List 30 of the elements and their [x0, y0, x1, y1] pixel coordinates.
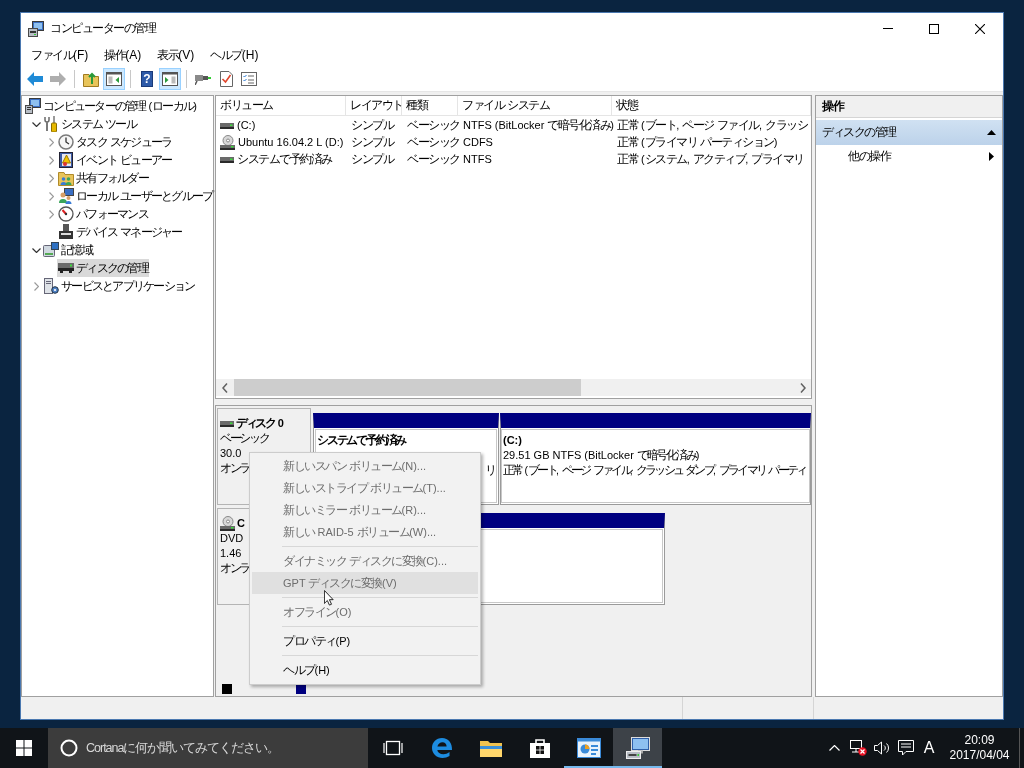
table-cell: ベーシック: [407, 153, 460, 165]
partition-name: (C:): [503, 434, 522, 446]
disk-name: ディスク 0: [236, 416, 284, 431]
table-cell: シンプル: [351, 119, 393, 131]
table-cell: NTFS (BitLocker で暗号化済み): [463, 119, 615, 131]
disk-size: 1.46: [220, 546, 242, 561]
table-cell: シンプル: [351, 136, 393, 148]
table-cell-text: Ubuntu 16.04.2 L (D:): [238, 135, 344, 150]
disk-size: 30.0: [220, 446, 242, 461]
table-cell: NTFS: [463, 153, 492, 165]
window-title: コンピューターの管理: [50, 21, 155, 35]
table-cell: 正常 (ブート, ページ ファイル, クラッシ: [617, 119, 808, 131]
disk-status: オンラ: [220, 461, 250, 476]
pane-header: 操作: [822, 100, 843, 112]
disk-type: DVD: [220, 531, 244, 546]
disk-name: C: [237, 516, 245, 531]
table-cell-text: システムで予約済み: [237, 152, 332, 167]
table-cell: ベーシック: [407, 136, 460, 148]
table-cell: 正常 (システム, アクティブ, プライマリ: [617, 153, 804, 165]
table-cell: 正常 (プライマリ パーティション): [617, 136, 778, 148]
table-cell: ベーシック: [407, 119, 460, 131]
disk-type: ベーシック: [220, 431, 269, 446]
table-cell-text: (C:): [237, 118, 256, 133]
partition-size: 29.51 GB NTFS (BitLocker で暗号化済み): [503, 449, 700, 461]
partition-status: 正常 (ブート, ページ ファイル, クラッシュ ダンプ, プライマリ パーティ: [503, 464, 806, 476]
table-cell: CDFS: [463, 136, 493, 148]
partition-name: システムで予約済み: [317, 434, 406, 446]
table-cell: シンプル: [351, 153, 393, 165]
disk-status: オンラ: [220, 561, 250, 576]
partition-status: リ: [485, 464, 495, 476]
